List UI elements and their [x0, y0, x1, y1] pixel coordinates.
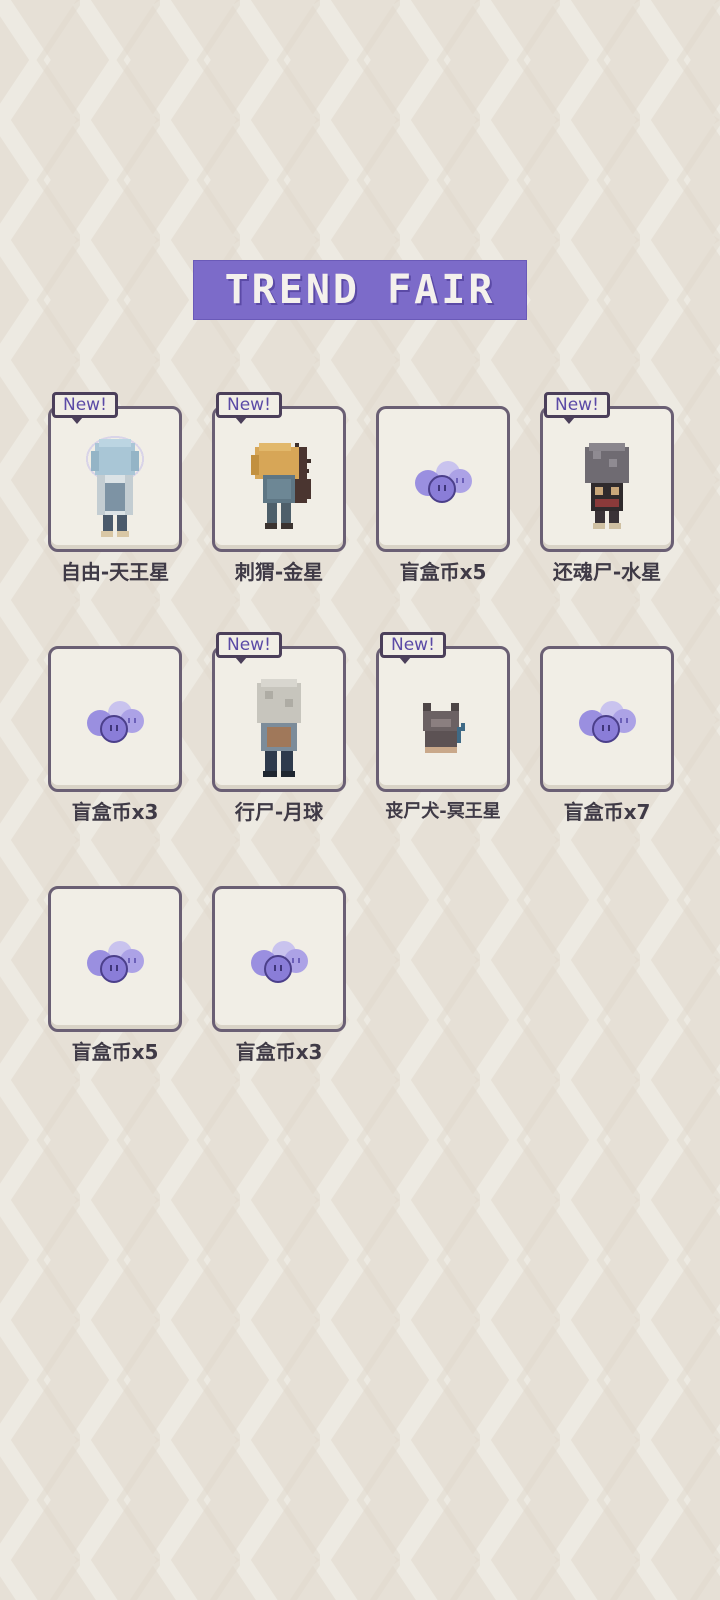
- item-label: 盲盒币x5: [399, 560, 487, 584]
- item-card[interactable]: [212, 646, 346, 792]
- character-pluto-dog-icon: [423, 703, 465, 753]
- item-label: 行尸-月球: [234, 800, 324, 824]
- title-banner: TREND FAIR: [193, 260, 527, 320]
- new-badge: New!: [216, 632, 282, 664]
- grid-item-mercury[interactable]: New! 还魂尸-水星: [540, 392, 674, 606]
- grid-item-coin-1[interactable]: 盲盒币x5: [376, 406, 510, 606]
- item-label: 盲盒币x5: [71, 1040, 159, 1064]
- item-card[interactable]: [48, 886, 182, 1032]
- item-card[interactable]: [212, 886, 346, 1032]
- new-badge: New!: [380, 632, 446, 664]
- blind-box-coin-icon: [415, 461, 472, 503]
- item-label: 自由-天王星: [60, 560, 170, 584]
- grid-item-coin-3[interactable]: 盲盒币x7: [540, 646, 674, 846]
- character-mercury-icon: [585, 443, 629, 529]
- blind-box-coin-icon: [87, 701, 144, 743]
- character-uranus-icon: [86, 436, 144, 537]
- item-label: 丧尸犬-冥王星: [385, 801, 501, 822]
- blind-box-coin-icon: [579, 701, 636, 743]
- new-badge: New!: [52, 392, 118, 424]
- character-moon-icon: [257, 679, 301, 777]
- item-label: 盲盒币x3: [235, 1040, 323, 1064]
- item-card[interactable]: [540, 646, 674, 792]
- blind-box-coin-icon: [251, 941, 308, 983]
- item-card[interactable]: [48, 646, 182, 792]
- grid-item-coin-2[interactable]: 盲盒币x3: [48, 646, 182, 846]
- item-card[interactable]: [540, 406, 674, 552]
- page-title: TREND FAIR: [224, 267, 496, 313]
- new-badge: New!: [544, 392, 610, 424]
- grid-item-coin-5[interactable]: 盲盒币x3: [212, 886, 346, 1086]
- grid-item-coin-4[interactable]: 盲盒币x5: [48, 886, 182, 1086]
- item-label: 还魂尸-水星: [552, 560, 662, 584]
- new-badge: New!: [216, 392, 282, 424]
- grid-item-uranus[interactable]: New! 自由-天王星: [48, 392, 182, 606]
- grid-item-moon[interactable]: New! 行尸-月球: [212, 632, 346, 846]
- item-label: 刺猬-金星: [234, 560, 324, 584]
- item-card[interactable]: [376, 406, 510, 552]
- blind-box-coin-icon: [87, 941, 144, 983]
- grid-item-venus[interactable]: New! 刺猬-金星: [212, 392, 346, 606]
- item-label: 盲盒币x7: [563, 800, 651, 824]
- item-card[interactable]: [212, 406, 346, 552]
- item-card[interactable]: [48, 406, 182, 552]
- item-label: 盲盒币x3: [71, 800, 159, 824]
- item-card[interactable]: [376, 646, 510, 792]
- grid-item-pluto-dog[interactable]: New! 丧尸犬-冥王星: [376, 632, 510, 846]
- character-venus-icon: [251, 443, 311, 529]
